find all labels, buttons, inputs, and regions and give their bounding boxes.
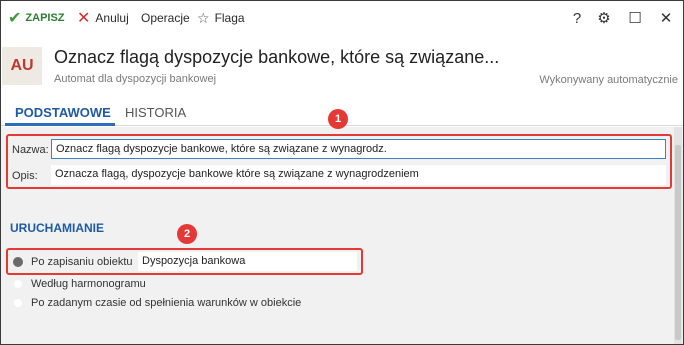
description-field[interactable]: Oznacza flagą, dyspozycje bankowe które … [51,165,666,185]
radio-label-after-save: Po zapisaniu obiektu [31,256,133,268]
avatar: AU [2,47,42,85]
name-field[interactable]: Oznacz flagą dyspozycje bankowe, które s… [51,139,666,159]
callout-badge-1: 1 [328,109,348,129]
operations-button[interactable]: Operacje [141,9,190,27]
radio-option-schedule[interactable]: Według harmonogramu [13,276,146,292]
radio-label-schedule: Według harmonogramu [31,278,146,290]
active-tab-indicator [5,123,115,126]
gear-icon: ⚙ [597,10,611,27]
maximize-icon: ☐ [628,10,642,27]
save-button[interactable]: ✔ ZAPISZ [8,9,65,27]
close-icon: ✕ [659,10,673,27]
tab-podstawowe[interactable]: PODSTAWOWE [15,105,111,120]
question-icon: ? [572,9,582,27]
help-button[interactable]: ? [568,8,586,28]
x-icon: ✕ [77,10,91,27]
radio-button[interactable] [13,298,23,308]
radio-button-checked[interactable] [13,257,23,267]
trigger-section-title: URUCHAMIANIE [10,221,104,235]
maximize-button[interactable]: ☐ [626,8,644,28]
page-subtitle: Automat dla dyspozycji bankowej [54,73,217,85]
settings-button[interactable]: ⚙ [595,8,613,28]
object-type-field[interactable]: Dyspozycja bankowa [138,252,357,271]
page-title: Oznacz flagą dyspozycje bankowe, które s… [54,47,500,67]
toolbar: ✔ ZAPISZ ✕ Anuluj Operacje ☆ Flaga ? ⚙ ☐… [1,1,683,34]
description-label: Opis: [12,170,38,182]
flag-label: Flaga [214,11,245,25]
radio-label-after-time: Po zadanym czasie od spełnienia warunków… [31,297,302,309]
check-icon: ✔ [8,10,22,27]
callout-badge-2: 2 [177,224,197,244]
radio-option-after-time[interactable]: Po zadanym czasie od spełnienia warunków… [13,295,301,311]
star-icon: ☆ [197,9,210,26]
tab-historia[interactable]: HISTORIA [125,105,186,120]
save-label: ZAPISZ [25,12,65,24]
record-header: AU Oznacz flagą dyspozycje bankowe, któr… [1,34,683,98]
scrollbar-thumb[interactable] [675,145,681,340]
operations-label: Operacje [141,11,190,25]
flag-button[interactable]: ☆ Flaga [197,9,245,27]
name-label: Nazwa: [12,144,49,156]
execution-status: Wykonywany automatycznie [539,74,678,86]
radio-option-after-save[interactable]: Po zapisaniu obiektu [13,254,133,270]
close-button[interactable]: ✕ [657,8,675,28]
main-panel: 1 Nazwa: Oznacz flagą dyspozycje bankowe… [1,109,683,344]
radio-button[interactable] [13,279,23,289]
cancel-label: Anuluj [95,11,129,25]
cancel-button[interactable]: ✕ Anuluj [77,9,129,27]
